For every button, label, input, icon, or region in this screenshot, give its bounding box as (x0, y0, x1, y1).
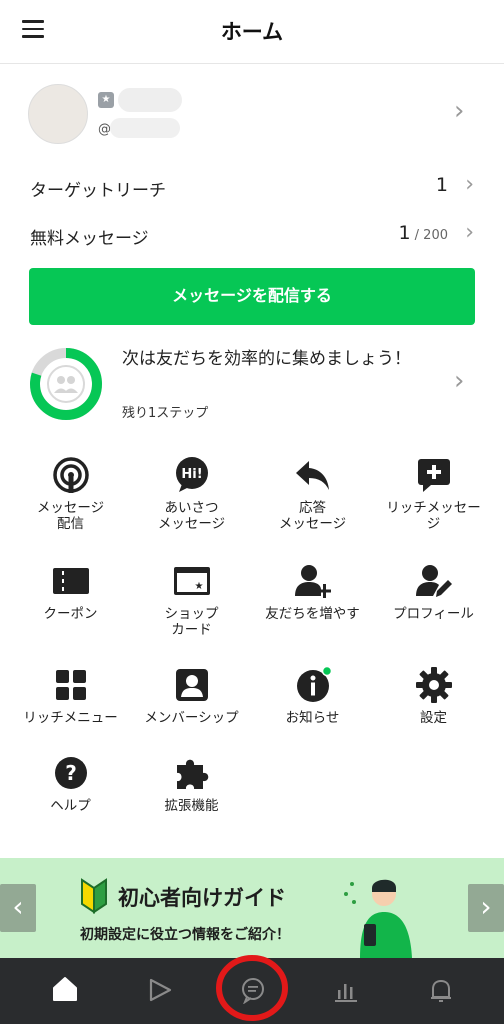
menu-item-settings[interactable]: 設定 (373, 660, 494, 760)
menu-item-label: お知らせ (285, 710, 340, 726)
bottom-tab-bar (0, 955, 504, 1024)
progress-subtitle: 残り1ステップ (122, 406, 209, 421)
progress-ring (30, 348, 102, 420)
menu-item-coupon[interactable]: クーポン (10, 556, 131, 656)
beginner-guide-banner[interactable]: ‹ 初心者向けガイド 初期設定に役立つ情報をご紹介！ › (0, 858, 504, 958)
stat-value: 1 (435, 174, 448, 196)
bell-icon (431, 979, 451, 1002)
menu-item-help[interactable]: ? ヘルプ (10, 748, 131, 848)
onboarding-progress-card[interactable]: 次は友だちを効率的に集めましょう！ 残り1ステップ › (0, 338, 504, 430)
banner-next-button[interactable]: › (468, 884, 504, 932)
reply-icon (296, 461, 329, 490)
broadcast-icon (53, 457, 89, 493)
stat-row-free-messages[interactable]: 無料メッセージ 1 / 200 › (0, 216, 504, 256)
menu-item-rich-menu[interactable]: リッチメニュー (10, 660, 131, 760)
stat-quota: / 200 (410, 228, 448, 243)
menu-item-label: リッチメッセー ジ (386, 500, 481, 532)
banner-title: 初心者向けガイド (118, 886, 286, 910)
menu-item-shop-card[interactable]: ★ ショップ カード (131, 556, 252, 656)
page-title: ホーム (220, 20, 284, 44)
hi-bubble-icon: Hi! (176, 457, 208, 492)
menu-item-greeting-message[interactable]: Hi! あいさつ メッセージ (131, 450, 252, 550)
home-icon (53, 977, 77, 1001)
chevron-right-icon: › (465, 220, 474, 245)
coupon-icon (53, 568, 89, 594)
menu-item-label: あいさつ メッセージ (157, 500, 226, 532)
menu-item-label: リッチメニュー (23, 710, 118, 726)
account-handle-prefix: @ (98, 122, 111, 137)
rich-message-icon (418, 459, 450, 492)
menu-item-notices[interactable]: お知らせ (252, 660, 373, 760)
tab-notifications[interactable] (390, 958, 490, 1024)
profile-edit-icon (416, 565, 452, 597)
menu-item-label: 拡張機能 (164, 798, 219, 814)
puzzle-icon (177, 759, 209, 789)
menu-item-label: ショップ カード (164, 606, 219, 638)
menu-item-rich-message[interactable]: リッチメッセー ジ (373, 450, 494, 550)
gear-icon (416, 667, 452, 703)
shop-card-icon: ★ (174, 567, 210, 595)
menu-item-label: 友だちを増やす (265, 606, 360, 622)
info-icon (297, 666, 332, 702)
highlight-circle (216, 955, 288, 1021)
stat-row-target-reach[interactable]: ターゲットリーチ 1 › (0, 168, 504, 208)
menu-item-label: ヘルプ (50, 798, 91, 814)
beginner-mark-icon (81, 878, 107, 914)
shield-badge-icon: ★ (98, 92, 114, 108)
stat-label: 無料メッセージ (30, 229, 149, 249)
menu-item-message-broadcast[interactable]: メッセージ 配信 (10, 450, 131, 550)
app-header: ホーム (0, 0, 504, 64)
menu-item-label: 応答 メッセージ (278, 500, 347, 532)
chevron-right-icon: › (465, 172, 474, 197)
help-icon: ? (55, 757, 87, 789)
banner-subtitle: 初期設定に役立つ情報をご紹介！ (80, 927, 290, 943)
stat-label: ターゲットリーチ (30, 181, 166, 201)
menu-item-label: メンバーシップ (144, 710, 239, 726)
friends-icon (47, 365, 85, 403)
tab-home[interactable] (15, 958, 115, 1024)
menu-item-label: プロフィール (393, 606, 474, 622)
rich-menu-icon (56, 670, 86, 700)
menu-item-label: メッセージ 配信 (36, 500, 105, 532)
svg-text:Hi!: Hi! (181, 467, 202, 482)
svg-text:★: ★ (195, 581, 204, 592)
add-friend-icon (295, 565, 331, 598)
send-message-button[interactable]: メッセージを配信する (29, 268, 475, 325)
menu-item-membership[interactable]: メンバーシップ (131, 660, 252, 760)
svg-text:?: ? (65, 761, 77, 785)
account-profile-row[interactable]: ★ @ › (0, 64, 504, 168)
tab-analytics[interactable] (295, 958, 395, 1024)
menu-item-auto-reply[interactable]: 応答 メッセージ (252, 450, 373, 550)
account-handle-redacted (110, 118, 180, 138)
account-name-redacted (118, 88, 182, 112)
progress-title: 次は友だちを効率的に集めましょう！ (122, 349, 411, 369)
menu-item-profile[interactable]: プロフィール (373, 556, 494, 656)
tab-play[interactable] (109, 958, 209, 1024)
chevron-right-icon: › (454, 366, 465, 396)
play-icon (149, 978, 172, 1002)
membership-icon (176, 669, 208, 701)
menu-item-extensions[interactable]: 拡張機能 (131, 748, 252, 848)
stat-value: 1 / 200 (398, 222, 448, 244)
menu-item-label: クーポン (43, 606, 98, 622)
chevron-right-icon: › (454, 96, 465, 126)
avatar (28, 84, 88, 144)
menu-item-add-friends[interactable]: 友だちを増やす (252, 556, 373, 656)
bar-chart-icon (335, 984, 357, 1002)
menu-item-label: 設定 (420, 710, 447, 726)
guide-person-illustration (344, 879, 412, 958)
banner-prev-button[interactable]: ‹ (0, 884, 36, 932)
